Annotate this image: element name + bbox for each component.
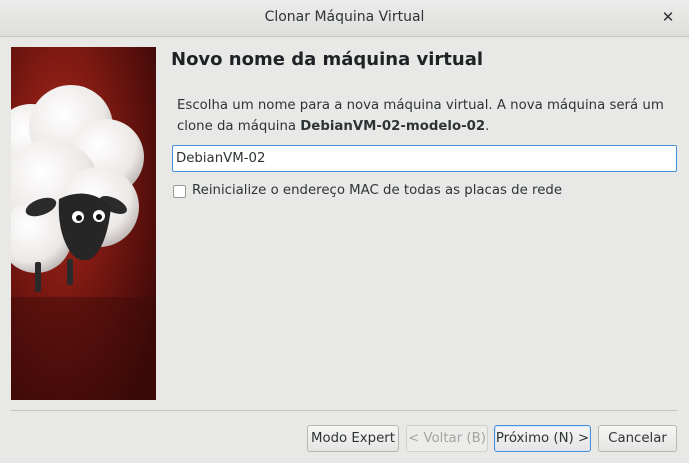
page-title: Novo nome da máquina virtual bbox=[171, 49, 484, 70]
window-title: Clonar Máquina Virtual bbox=[264, 9, 425, 25]
back-button[interactable]: < Voltar (B) bbox=[406, 425, 488, 452]
reinit-mac-label[interactable]: Reinicialize o endereço MAC de todas as … bbox=[192, 183, 562, 198]
cancel-button[interactable]: Cancelar bbox=[598, 425, 677, 452]
title-bar: Clonar Máquina Virtual ✕ bbox=[0, 0, 689, 37]
sheep-illustration bbox=[11, 47, 156, 400]
vm-name-input[interactable] bbox=[172, 145, 677, 172]
source-vm-name: DebianVM-02-modelo-02 bbox=[300, 119, 486, 134]
footer-separator bbox=[11, 410, 677, 411]
close-icon[interactable]: ✕ bbox=[659, 8, 677, 26]
sheep-banner-image bbox=[11, 47, 156, 400]
page-description: Escolha um nome para a nova máquina virt… bbox=[177, 95, 677, 137]
next-button[interactable]: Próximo (N) > bbox=[494, 425, 591, 452]
description-end: . bbox=[485, 119, 490, 134]
reinit-mac-checkbox[interactable] bbox=[173, 185, 186, 198]
expert-mode-button[interactable]: Modo Expert bbox=[307, 425, 399, 452]
